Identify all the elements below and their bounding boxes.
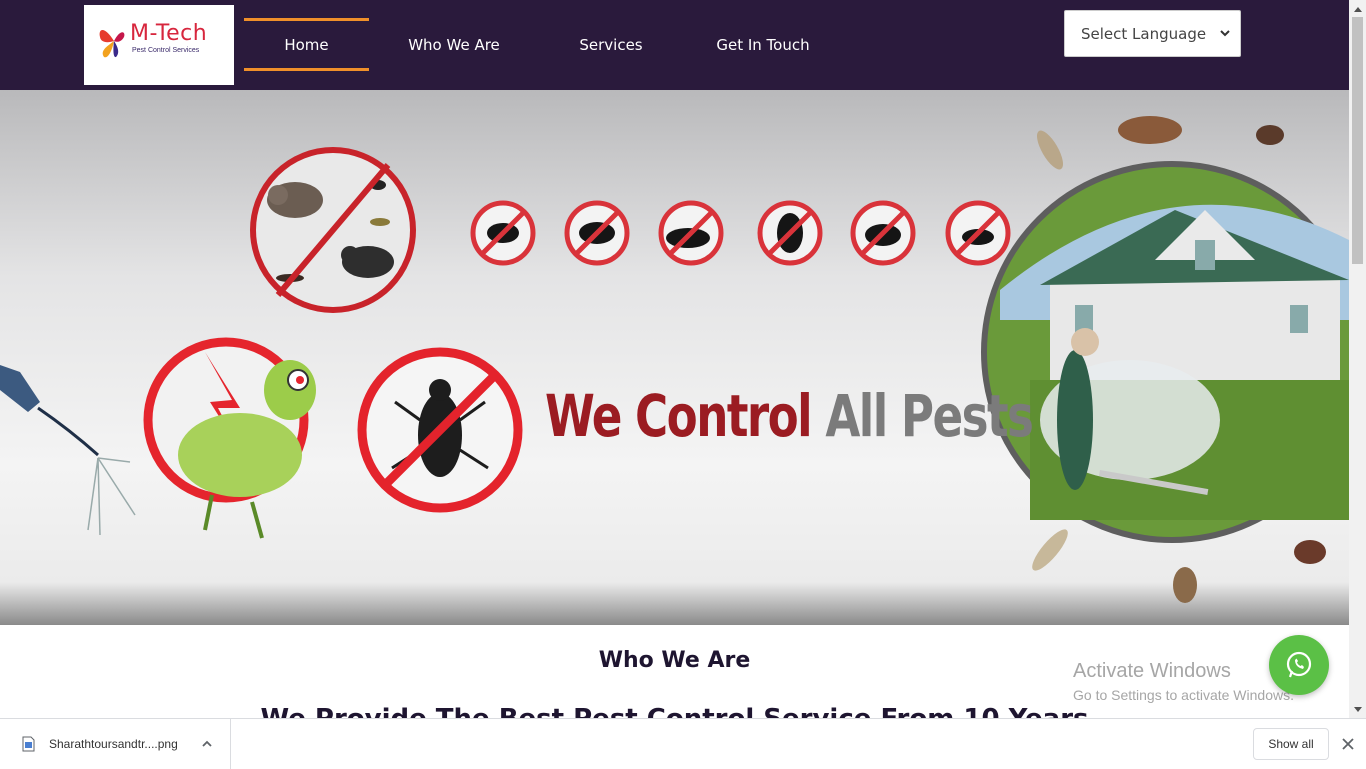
hero-headline: We Control All Pests <box>545 382 1034 450</box>
hero-headline-part2: All Pests <box>825 382 1034 450</box>
scroll-down-arrow-icon[interactable] <box>1349 701 1366 718</box>
download-bar: Sharathtoursandtr....png Show all <box>0 718 1366 769</box>
language-select-value: Select Language <box>1081 24 1207 43</box>
scroll-up-arrow-icon[interactable] <box>1349 0 1366 17</box>
hero-illustration <box>0 116 1349 603</box>
logo-title: M-Tech <box>130 21 208 46</box>
chevron-up-icon[interactable] <box>200 737 214 751</box>
spray-nozzle-icon <box>0 365 136 536</box>
scrollbar-thumb[interactable] <box>1352 17 1363 264</box>
bug-ban-sign-icon <box>143 337 316 539</box>
hero-banner: We Control All Pests <box>0 90 1349 625</box>
nav-home[interactable]: Home <box>244 0 369 90</box>
nav-services[interactable]: Services <box>539 0 683 90</box>
vertical-scrollbar[interactable] <box>1349 0 1366 718</box>
butterfly-logo-icon <box>99 30 125 58</box>
logo[interactable]: M-Tech Pest Control Services <box>84 5 234 85</box>
download-item[interactable]: Sharathtoursandtr....png <box>0 719 231 769</box>
main-nav: Home Who We Are Services Get In Touch <box>244 0 843 90</box>
logo-subtitle: Pest Control Services <box>132 47 200 54</box>
activate-windows-title: Activate Windows <box>1073 660 1231 682</box>
rat-ban-sign-icon <box>250 147 416 313</box>
whatsapp-button[interactable] <box>1269 635 1329 695</box>
nav-get-in-touch[interactable]: Get In Touch <box>683 0 843 90</box>
chevron-down-icon <box>1220 30 1230 37</box>
activate-windows-watermark: Activate Windows Go to Settings to activ… <box>1073 660 1294 703</box>
small-pest-ban-icons <box>470 200 1011 266</box>
about-section-subtitle: We Provide The Best Pest Control Service… <box>0 704 1349 718</box>
house-fumigation-image <box>981 161 1349 543</box>
language-select[interactable]: Select Language <box>1064 10 1241 57</box>
show-all-button[interactable]: Show all <box>1253 728 1329 760</box>
nav-who-we-are[interactable]: Who We Are <box>369 0 539 90</box>
download-file-name: Sharathtoursandtr....png <box>49 737 178 751</box>
hero-headline-part1: We Control <box>545 382 813 450</box>
whatsapp-icon <box>1286 651 1312 678</box>
beetle-ban-sign-icon <box>357 347 523 513</box>
close-icon[interactable] <box>1340 736 1356 752</box>
site-header: M-Tech Pest Control Services Home Who We… <box>0 0 1349 90</box>
page-viewport: M-Tech Pest Control Services Home Who We… <box>0 0 1349 718</box>
activate-windows-subtitle: Go to Settings to activate Windows. <box>1073 687 1294 703</box>
image-file-icon <box>22 736 35 752</box>
